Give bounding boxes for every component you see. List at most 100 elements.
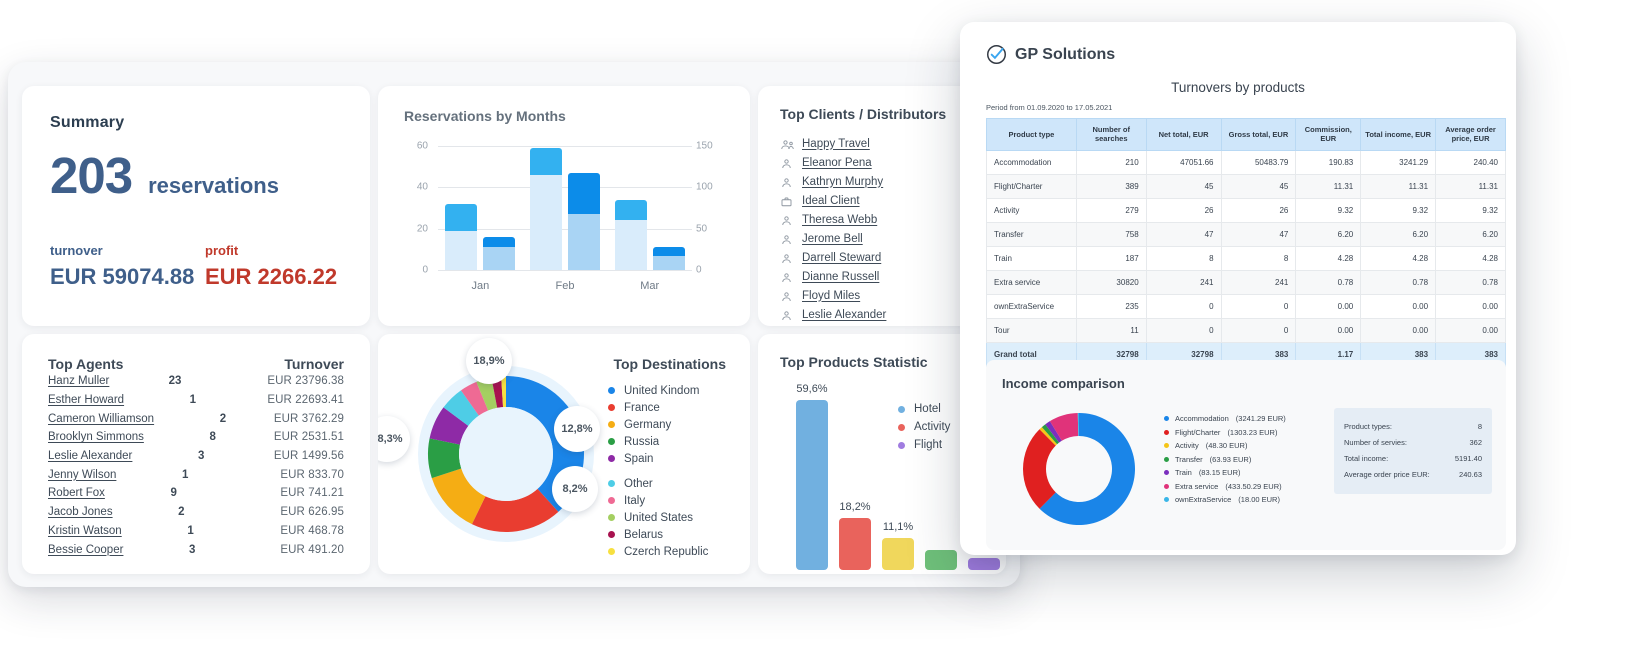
legend-label: Flight	[914, 439, 942, 451]
bar-segment-top	[615, 200, 647, 221]
summary-kpis: turnover EUR 59074.88 profit EUR 2266.22	[22, 205, 370, 290]
legend-color-dot	[608, 548, 615, 555]
y-axis-tick: 0	[408, 265, 428, 276]
table-row[interactable]: Hanz Muller23EUR 23796.38	[22, 372, 370, 391]
bar-segment-top	[653, 247, 685, 255]
agent-turnover: EUR 22693.41	[267, 394, 344, 406]
table-column-header: Number of searches	[1076, 119, 1146, 151]
agent-name[interactable]: Bessie Cooper	[48, 544, 123, 556]
client-name[interactable]: Jerome Bell	[802, 233, 863, 245]
agent-name[interactable]: Jenny Wilson	[48, 469, 116, 481]
legend-color-dot	[898, 442, 905, 449]
table-cell: Accommodation	[987, 150, 1077, 174]
legend-item[interactable]: Italy	[608, 492, 738, 509]
table-cell: 0.78	[1361, 270, 1436, 294]
table-column-header: Net total, EUR	[1146, 119, 1221, 151]
table-row[interactable]: Kristin Watson1EUR 468.78	[22, 522, 370, 541]
income-donut-chart	[1020, 410, 1138, 528]
stat-label: Product types:	[1344, 422, 1392, 431]
legend-item[interactable]: France	[608, 399, 738, 416]
legend-label: Italy	[624, 495, 645, 507]
table-row[interactable]: Robert Fox9EUR 741.21	[22, 484, 370, 503]
income-comparison-section: Income comparison Accommodation(3241.29 …	[986, 360, 1506, 550]
bar-groups: JanFebMar	[438, 146, 692, 270]
agent-turnover: EUR 468.78	[280, 525, 344, 537]
stat-label: Average order price EUR:	[1344, 470, 1430, 479]
table-row[interactable]: Leslie Alexander3EUR 1499.56	[22, 447, 370, 466]
legend-label: Czerch Republic	[624, 546, 708, 558]
bar[interactable]: 59,6%	[796, 400, 828, 570]
table-cell: 50483.79	[1221, 150, 1296, 174]
client-name[interactable]: Happy Travel	[802, 138, 870, 150]
legend-label: Hotel	[914, 403, 941, 415]
reservations-chart-card: Reservations by Months 0020504010060150J…	[378, 86, 750, 326]
legend-item[interactable]: Activity(48.30 EUR)	[1164, 439, 1334, 453]
agent-turnover: EUR 23796.38	[267, 375, 344, 387]
legend-item[interactable]: Germany	[608, 416, 738, 433]
y-axis-tick: 40	[408, 182, 428, 193]
bar	[483, 237, 515, 270]
user-icon	[780, 290, 794, 302]
legend-item[interactable]: Other	[608, 475, 738, 492]
legend-item[interactable]: ownExtraService(18.00 EUR)	[1164, 493, 1334, 507]
agent-name[interactable]: Brooklyn Simmons	[48, 431, 144, 443]
client-name[interactable]: Ideal Client	[802, 195, 860, 207]
table-row[interactable]: Esther Howard1EUR 22693.41	[22, 391, 370, 410]
top-agents-header: Top Agents Turnover	[22, 334, 370, 372]
legend-value: (1303.23 EUR)	[1227, 428, 1277, 437]
table-cell: 0.00	[1436, 294, 1506, 318]
bar[interactable]: 11,1%	[882, 538, 914, 570]
legend-item[interactable]: Extra service(433.50.29 EUR)	[1164, 480, 1334, 494]
client-name[interactable]: Dianne Russell	[802, 271, 879, 283]
legend-gap	[608, 467, 738, 475]
bar[interactable]	[925, 550, 957, 570]
table-row[interactable]: Bessie Cooper3EUR 491.20	[22, 540, 370, 559]
legend-color-dot	[608, 531, 615, 538]
legend-item[interactable]: Belarus	[608, 526, 738, 543]
legend-item[interactable]: United States	[608, 509, 738, 526]
legend-item[interactable]: United Kindom	[608, 382, 738, 399]
agent-name[interactable]: Jacob Jones	[48, 506, 113, 518]
table-row[interactable]: Jacob Jones2EUR 626.95	[22, 503, 370, 522]
agent-name[interactable]: Hanz Muller	[48, 375, 109, 387]
client-name[interactable]: Floyd Miles	[802, 290, 860, 302]
agent-name[interactable]: Esther Howard	[48, 394, 124, 406]
user-icon	[780, 309, 794, 321]
client-name[interactable]: Leslie Alexander	[802, 309, 886, 321]
bar-segment-top	[568, 173, 600, 214]
y-axis-tick: 20	[408, 223, 428, 234]
legend-item[interactable]: Czerch Republic	[608, 543, 738, 560]
agent-name[interactable]: Leslie Alexander	[48, 450, 132, 462]
client-name[interactable]: Eleanor Pena	[802, 157, 872, 169]
donut-slice[interactable]	[1023, 429, 1056, 508]
legend-item[interactable]: Flight/Charter(1303.23 EUR)	[1164, 426, 1334, 440]
legend-item[interactable]: Train(83.15 EUR)	[1164, 466, 1334, 480]
legend-value: (3241.29 EUR)	[1236, 414, 1286, 423]
agent-name[interactable]: Kristin Watson	[48, 525, 122, 537]
agent-turnover: EUR 626.95	[280, 506, 344, 518]
legend-item[interactable]: Transfer(63.93 EUR)	[1164, 453, 1334, 467]
user-icon	[780, 157, 794, 169]
legend-item[interactable]: Russia	[608, 433, 738, 450]
client-name[interactable]: Theresa Webb	[802, 214, 877, 226]
table-cell: 8	[1146, 246, 1221, 270]
table-cell: Flight/Charter	[987, 174, 1077, 198]
client-name[interactable]: Darrell Steward	[802, 252, 881, 264]
client-name[interactable]: Kathryn Murphy	[802, 176, 883, 188]
bar[interactable]	[968, 558, 1000, 570]
legend-color-dot	[1164, 430, 1169, 435]
legend-item[interactable]: Accommodation(3241.29 EUR)	[1164, 412, 1334, 426]
table-cell: 279	[1076, 198, 1146, 222]
agent-name[interactable]: Cameron Williamson	[48, 413, 154, 425]
table-column-header: Product type	[987, 119, 1077, 151]
table-row[interactable]: Jenny Wilson1EUR 833.70	[22, 465, 370, 484]
table-row[interactable]: Cameron Williamson2EUR 3762.29	[22, 409, 370, 428]
stat-row: Average order price EUR:240.63	[1344, 466, 1482, 482]
table-cell: 11.31	[1436, 174, 1506, 198]
legend-label: Germany	[624, 419, 671, 431]
summary-headline: 203 reservations	[22, 132, 370, 205]
legend-item[interactable]: Spain	[608, 450, 738, 467]
table-row[interactable]: Brooklyn Simmons8EUR 2531.51	[22, 428, 370, 447]
bar[interactable]: 18,2%	[839, 518, 871, 570]
agent-name[interactable]: Robert Fox	[48, 487, 105, 499]
